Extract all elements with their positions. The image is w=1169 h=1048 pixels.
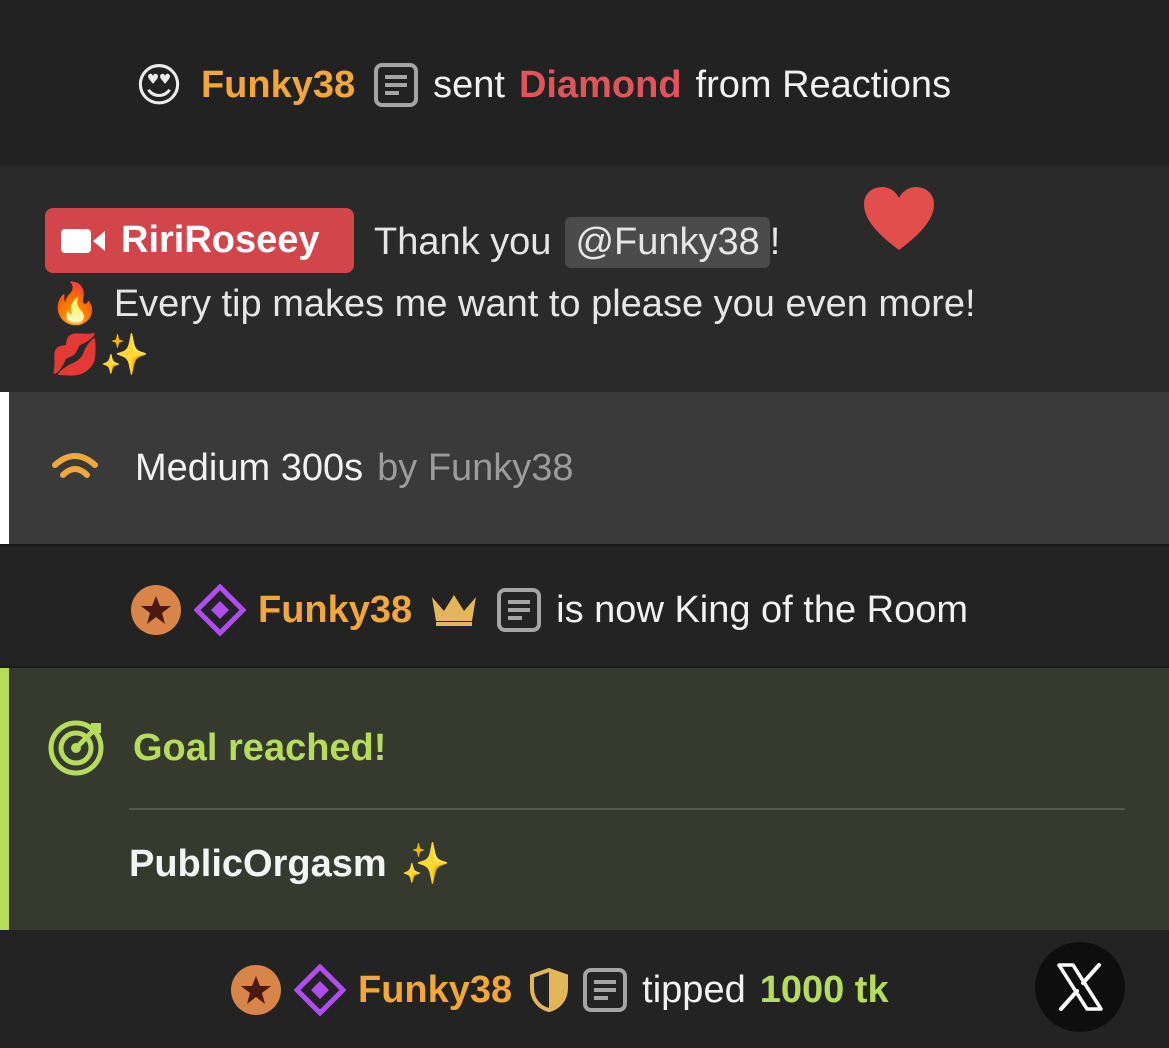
tip-amount: 1000 tk	[759, 968, 889, 1011]
model-badge[interactable]: RiriRoseey	[45, 208, 354, 273]
star-badge-icon	[130, 584, 182, 636]
target-icon	[47, 719, 105, 777]
notes-icon[interactable]	[373, 62, 419, 108]
model-message: RiriRoseey Thank you @Funky38 ! 🔥 Every …	[0, 166, 1169, 392]
reaction-message: 😍 Funky38 sent Diamond from Reactions	[0, 0, 1169, 166]
diamond-league-icon	[194, 584, 246, 636]
reaction-item: Diamond	[518, 63, 682, 106]
model-name: RiriRoseey	[121, 219, 320, 261]
sparkle-emoji: ✨	[400, 842, 451, 886]
divider	[129, 808, 1125, 810]
goal-title: Goal reached!	[133, 726, 387, 769]
toy-level: Medium 300s	[135, 446, 364, 489]
crown-icon	[430, 593, 478, 627]
heart-eyes-emoji: 😍	[135, 59, 183, 111]
x-logo-button[interactable]	[1035, 942, 1125, 1032]
tip-verb: tipped	[642, 968, 746, 1011]
fire-emoji: 🔥	[50, 282, 100, 326]
notes-icon[interactable]	[582, 967, 628, 1013]
message-punct: !	[769, 220, 781, 263]
goal-reached-card: Goal reached! PublicOrgasm ✨	[0, 668, 1169, 930]
shield-icon	[530, 968, 569, 1012]
video-camera-icon	[61, 227, 107, 255]
kiss-sparkle-emojis: 💋✨	[50, 333, 150, 377]
toy-by: by Funky38	[377, 446, 574, 489]
username[interactable]: Funky38	[358, 969, 512, 1012]
heart-icon	[862, 186, 936, 262]
username[interactable]: Funky38	[201, 64, 355, 107]
toy-activation: Medium 300s by Funky38	[0, 392, 1169, 544]
mention-chip[interactable]: @Funky38	[565, 216, 770, 268]
message-line2: Every tip makes me want to please you ev…	[113, 282, 976, 325]
tip-message: Funky38 tipped 1000 tk	[0, 930, 1169, 1048]
diamond-league-icon	[294, 964, 346, 1016]
notes-icon[interactable]	[496, 587, 542, 633]
vibration-waves-icon	[49, 451, 101, 485]
x-logo-icon	[1055, 963, 1105, 1011]
king-message: Funky38 is now King of the Room	[0, 544, 1169, 668]
username[interactable]: Funky38	[258, 589, 412, 632]
goal-name: PublicOrgasm	[129, 842, 387, 885]
message-text: Thank you	[374, 220, 552, 263]
reaction-verb: sent	[433, 63, 505, 106]
reaction-suffix: from Reactions	[695, 63, 952, 106]
king-text: is now King of the Room	[556, 588, 969, 631]
star-badge-icon	[230, 964, 282, 1016]
